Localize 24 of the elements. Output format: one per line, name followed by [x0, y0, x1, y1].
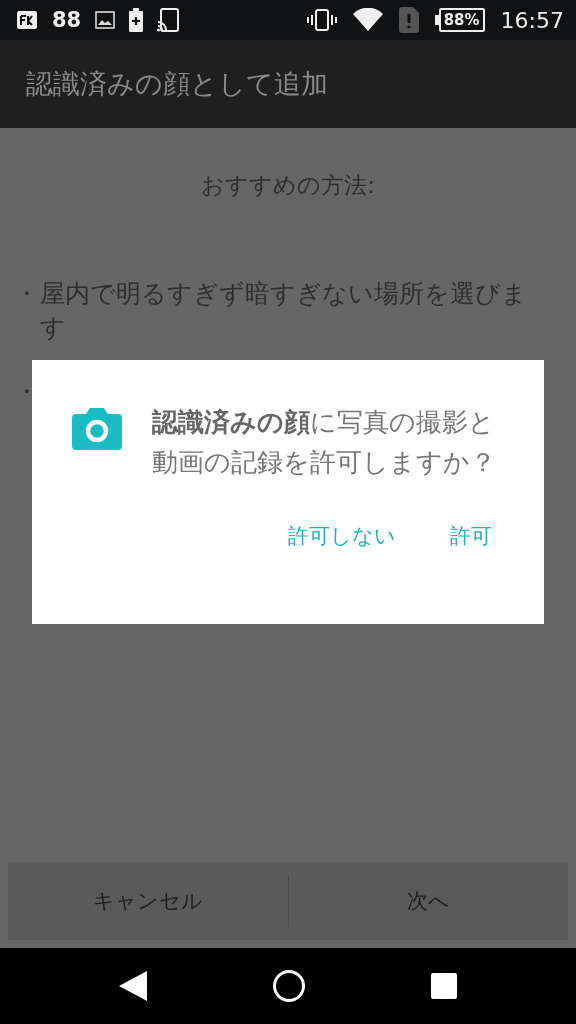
heading: おすすめの方法: — [200, 171, 376, 200]
bullet: ・ — [14, 376, 40, 408]
dialog-action-button[interactable]: 許可 — [438, 516, 504, 556]
battery-indicator: 88% — [434, 8, 485, 32]
dialog-action-button[interactable]: 許可しない — [276, 516, 408, 556]
dialog-message: 認識済みの顔に写真の撮影と動画の記録を許可しますか？ — [152, 406, 497, 479]
home-icon[interactable] — [272, 969, 306, 1003]
app-icon — [16, 9, 38, 31]
back-icon[interactable] — [118, 971, 147, 1001]
app-bar-title: 認識済みの顔として追加 — [26, 67, 328, 101]
footer-button[interactable]: キャンセル — [8, 862, 288, 940]
image-icon — [95, 11, 116, 29]
wifi-icon — [352, 8, 383, 32]
footer-button[interactable]: 次へ — [288, 862, 568, 940]
bullet: ・ — [14, 278, 40, 310]
camera-icon — [72, 406, 122, 450]
notification-count: 88 — [52, 8, 82, 32]
recents-icon[interactable] — [431, 973, 458, 999]
battery-plus-icon — [129, 8, 144, 32]
sim-alert-icon — [398, 7, 419, 33]
clock: 16:57 — [500, 7, 564, 33]
tip-text: 屋内で明るすぎず暗すぎない場所を選びます — [40, 278, 528, 344]
cast-icon — [157, 8, 180, 32]
vibrate-icon — [306, 9, 337, 31]
